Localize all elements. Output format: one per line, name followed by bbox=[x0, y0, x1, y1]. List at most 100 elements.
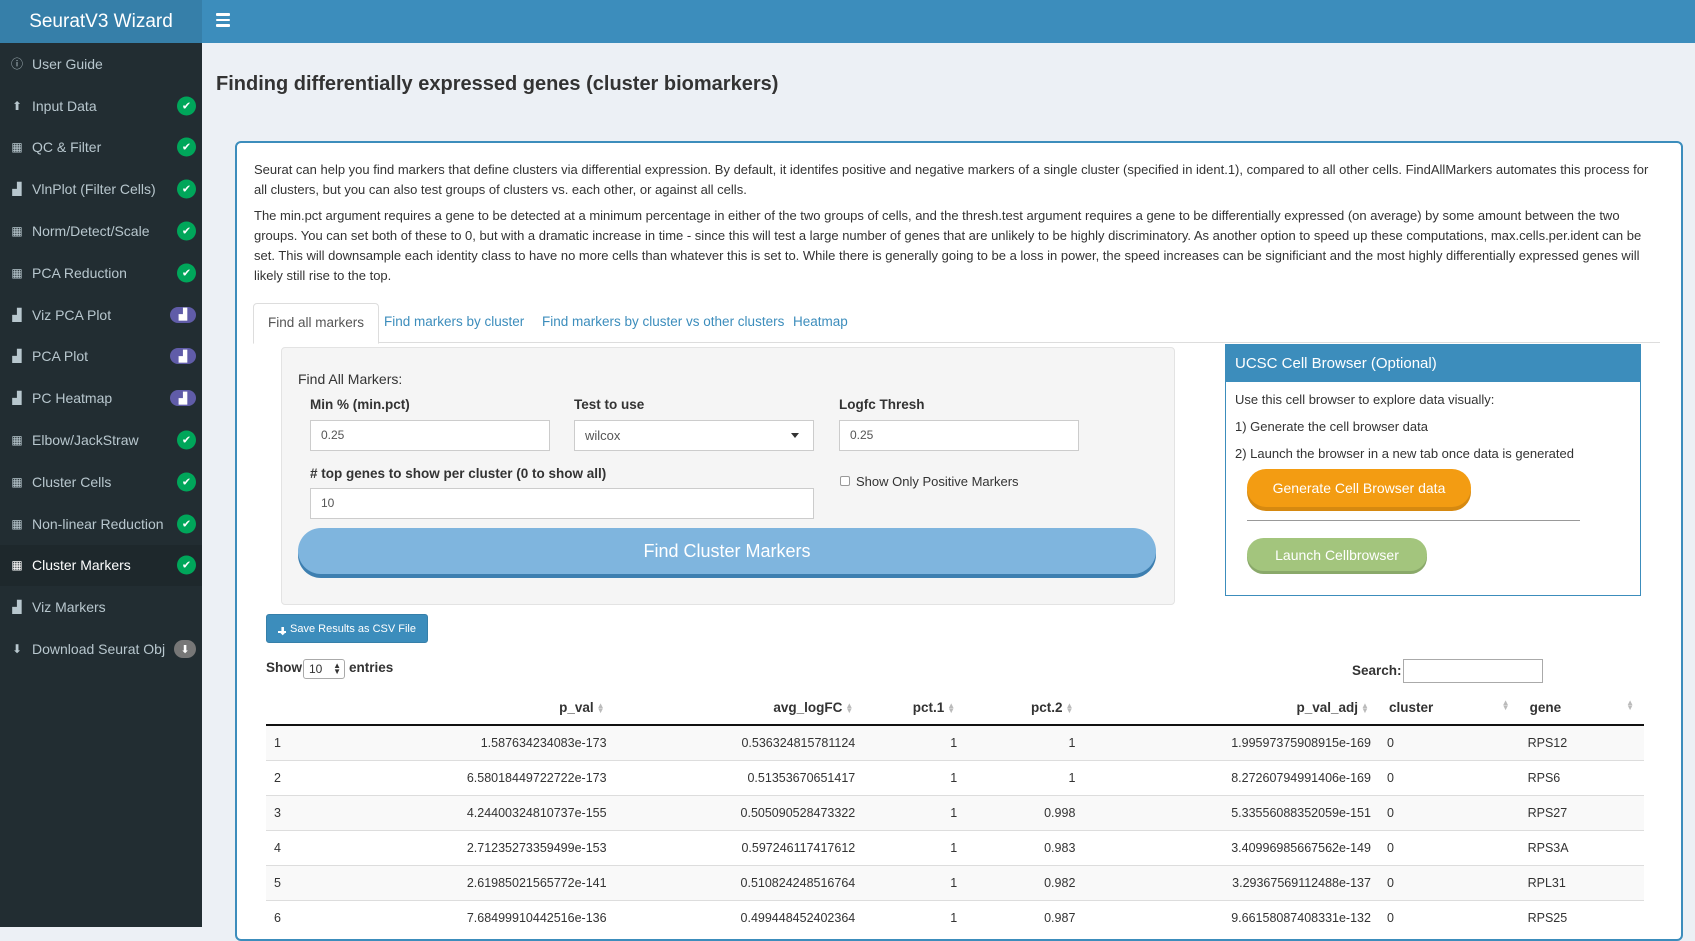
generate-cell-browser-button[interactable]: Generate Cell Browser data bbox=[1247, 469, 1471, 507]
test-to-use-select[interactable]: wilcox bbox=[574, 420, 814, 451]
top-genes-input[interactable]: 10 bbox=[310, 488, 814, 519]
ucsc-cell-browser-box: UCSC Cell Browser (Optional) Use this ce… bbox=[1225, 344, 1641, 596]
check-circle-icon: ✔ bbox=[177, 514, 196, 534]
positive-markers-checkbox[interactable] bbox=[840, 476, 850, 486]
table-cell: 3.29367569112488e-137 bbox=[1083, 864, 1379, 900]
check-circle-icon: ✔ bbox=[177, 137, 196, 157]
min-pct-input[interactable]: 0.25 bbox=[310, 420, 550, 451]
top-navbar bbox=[202, 0, 1695, 43]
main-content: Finding differentially expressed genes (… bbox=[202, 43, 1695, 941]
column-header-avg-logfc[interactable]: avg_logFC ▲ ▼ bbox=[614, 691, 864, 726]
info-icon: ⓘ bbox=[10, 57, 23, 72]
grid-icon: ▦ bbox=[11, 433, 23, 448]
table-cell: 0.536324815781124 bbox=[614, 724, 864, 760]
column-header-p-val-adj[interactable]: p_val_adj ▲ ▼ bbox=[1083, 691, 1379, 726]
download-icon: ⬇ bbox=[278, 625, 288, 638]
table-row[interactable]: 6 7.68499910442516e-136 0.499448452402364 1… bbox=[266, 899, 1644, 935]
launch-cellbrowser-button[interactable]: Launch Cellbrowser bbox=[1247, 538, 1427, 571]
bar-chart-icon: ▟ bbox=[12, 349, 22, 364]
column-header-pct2[interactable]: pct.2 ▲ ▼ bbox=[965, 691, 1084, 726]
sidebar-item-label: Viz Markers bbox=[32, 599, 106, 616]
sidebar-item-label: PC Heatmap bbox=[32, 390, 113, 407]
table-cell: 3.40996985667562e-149 bbox=[1083, 829, 1379, 865]
bar-chart-icon: ▟ bbox=[12, 307, 22, 322]
bar-chart-icon: ▟ bbox=[12, 391, 22, 406]
sidebar-item-label: Cluster Cells bbox=[32, 473, 112, 490]
column-header-index[interactable] bbox=[266, 691, 301, 726]
column-header-pct1[interactable]: pct.1 ▲ ▼ bbox=[863, 691, 966, 726]
column-header-p-val[interactable]: p_val ▲ ▼ bbox=[300, 691, 615, 726]
sidebar-item-vlnplot-filter-cells[interactable]: ▟ VlnPlot (Filter Cells) ✔ bbox=[0, 168, 202, 210]
sidebar-item-qc-filter[interactable]: ▦ QC & Filter ✔ bbox=[0, 127, 202, 169]
sidebar-item-norm-detect-scale[interactable]: ▦ Norm/Detect/Scale ✔ bbox=[0, 210, 202, 252]
sidebar-item-label: VlnPlot (Filter Cells) bbox=[32, 181, 156, 198]
chevron-down-icon bbox=[791, 433, 799, 438]
tab-find-all-markers[interactable]: Find all markers bbox=[253, 303, 380, 344]
sidebar-item-viz-markers[interactable]: ▟ Viz Markers bbox=[0, 586, 202, 628]
sidebar-item-pca-reduction[interactable]: ▦ PCA Reduction ✔ bbox=[0, 252, 202, 294]
table-row[interactable]: 3 4.24400324810737e-155 0.505090528473322 1… bbox=[266, 794, 1644, 830]
sort-icon: ▲ ▼ bbox=[845, 701, 854, 716]
sidebar-item-input-data[interactable]: ⬆ Input Data ✔ bbox=[0, 85, 202, 127]
bar-chart-icon: ▟ bbox=[12, 182, 22, 197]
table-cell: 3 bbox=[266, 794, 301, 830]
table-cell: 0.987 bbox=[965, 899, 1084, 935]
sidebar-item-viz-pca-plot[interactable]: ▟ Viz PCA Plot ▟ bbox=[0, 294, 202, 336]
table-cell: 0 bbox=[1378, 864, 1520, 900]
save-csv-button[interactable]: ⬇ Save Results as CSV File bbox=[266, 614, 428, 643]
table-row[interactable]: 4 2.71235273359499e-153 0.597246117417612 1… bbox=[266, 829, 1644, 865]
tab-heatmap[interactable]: Heatmap bbox=[779, 303, 862, 343]
table-cell: 0.998 bbox=[965, 794, 1084, 830]
table-cell: 0.982 bbox=[965, 864, 1084, 900]
sidebar-item-user-guide[interactable]: ⓘ User Guide bbox=[0, 43, 202, 85]
find-cluster-markers-button[interactable]: Find Cluster Markers bbox=[298, 528, 1156, 574]
table-cell: 1 bbox=[863, 759, 966, 795]
bar-chart-badge-icon: ▟ bbox=[170, 390, 196, 407]
table-row[interactable]: 1 1.587634234083e-173 0.536324815781124 1 1 1… bbox=[266, 724, 1644, 760]
download-icon: ⬇ bbox=[11, 642, 23, 657]
entries-length-select[interactable]: 10 ▲ ▼ bbox=[303, 659, 345, 679]
menu-toggle-icon[interactable] bbox=[216, 13, 230, 27]
table-cell: 0 bbox=[1378, 724, 1520, 760]
sidebar-item-pc-heatmap[interactable]: ▟ PC Heatmap ▟ bbox=[0, 377, 202, 419]
bar-chart-badge-icon: ▟ bbox=[170, 306, 196, 323]
sidebar-item-elbow-jackstraw[interactable]: ▦ Elbow/JackStraw ✔ bbox=[0, 419, 202, 461]
column-header-p-val-label: p_val bbox=[559, 700, 594, 715]
find-all-markers-heading: Find All Markers: bbox=[298, 371, 403, 387]
sidebar-item-non-linear-reduction[interactable]: ▦ Non-linear Reduction ✔ bbox=[0, 503, 202, 545]
sidebar-item-label: Input Data bbox=[32, 97, 97, 114]
table-row[interactable]: 5 2.61985021565772e-141 0.510824248516764 1… bbox=[266, 864, 1644, 900]
sort-icon: ▲ ▼ bbox=[1626, 698, 1634, 712]
show-label: Show bbox=[266, 660, 302, 675]
grid-icon: ▦ bbox=[11, 265, 23, 280]
sort-icon: ▲ ▼ bbox=[1065, 701, 1074, 716]
tab-find-markers-vs-other[interactable]: Find markers by cluster vs other cluster… bbox=[528, 303, 798, 343]
ucsc-intro-text: Use this cell browser to explore data vi… bbox=[1235, 392, 1495, 407]
table-cell: 4.24400324810737e-155 bbox=[300, 794, 615, 830]
column-header-gene[interactable]: gene ▲ ▼ bbox=[1519, 691, 1644, 726]
intro-paragraph: Seurat can help you find markers that de… bbox=[254, 162, 1649, 197]
sidebar-item-label: Download Seurat Obj bbox=[32, 641, 166, 658]
table-cell: 0.499448452402364 bbox=[614, 899, 864, 935]
sidebar-item-cluster-markers[interactable]: ▦ Cluster Markers ✔ bbox=[0, 544, 202, 587]
app-logo[interactable]: SeuratV3 Wizard bbox=[0, 0, 202, 43]
sidebar-item-pca-plot[interactable]: ▟ PCA Plot ▟ bbox=[0, 336, 202, 378]
check-circle-icon: ✔ bbox=[177, 263, 196, 283]
sidebar: SeuratV3 Wizard ⓘ User Guide ⬆ Input Data ✔ ▦… bbox=[0, 0, 202, 927]
check-circle-icon: ✔ bbox=[177, 96, 196, 116]
table-cell: 1.99597375908915e-169 bbox=[1083, 724, 1379, 760]
table-cell: RPL31 bbox=[1519, 864, 1644, 900]
column-header-cluster[interactable]: cluster ▲ ▼ bbox=[1378, 691, 1520, 726]
sidebar-item-cluster-cells[interactable]: ▦ Cluster Cells ✔ bbox=[0, 461, 202, 503]
table-cell: 1 bbox=[863, 794, 966, 830]
table-cell: RPS27 bbox=[1519, 794, 1644, 830]
tab-find-markers-by-cluster[interactable]: Find markers by cluster bbox=[370, 303, 538, 343]
table-search-input[interactable] bbox=[1403, 659, 1543, 683]
sort-icon: ▲ ▼ bbox=[1501, 698, 1510, 712]
table-cell: 5 bbox=[266, 864, 301, 900]
sidebar-item-download-seurat-obj[interactable]: ⬇ Download Seurat Obj ⬇ bbox=[0, 628, 202, 670]
column-header-avg-logfc-label: avg_logFC bbox=[773, 700, 843, 715]
table-row[interactable]: 2 6.58018449722722e-173 0.51353670651417 1 1… bbox=[266, 759, 1644, 795]
column-header-p-val-adj-label: p_val_adj bbox=[1296, 700, 1359, 715]
logfc-thresh-input[interactable]: 0.25 bbox=[839, 420, 1079, 451]
